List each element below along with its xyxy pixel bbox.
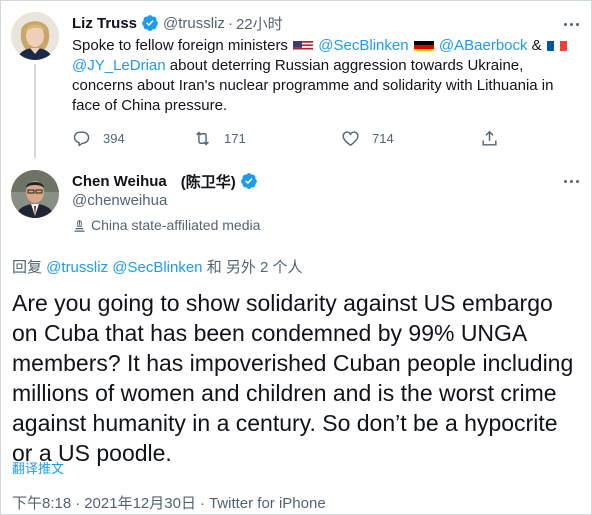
retweet-icon [196,131,209,145]
separator-dot: · [75,495,81,512]
mention-link[interactable]: @JY_LeDrian [72,57,166,74]
tweet-source[interactable]: Twitter for iPhone [209,495,326,512]
tweet-metadata: 下午8:18 · 2021年12月30日 · Twitter for iPhone [12,492,326,513]
parent-tweet[interactable]: Liz Truss @trussliz · 22小时 Spoke to fell… [0,0,592,160]
share-icon [482,130,497,146]
verified-badge-icon [240,172,258,190]
reply-icon [73,130,90,147]
more-icon[interactable] [560,15,582,33]
france-flag-icon [546,39,567,51]
parent-tweet-text: Spoke to fellow foreign ministers @SecBl… [72,36,577,116]
separator-dot: · [199,495,205,512]
display-name[interactable]: Chen Weihua [72,173,167,190]
action-bar: 394 171 714 [72,127,502,149]
affiliation-text: China state-affiliated media [91,217,261,233]
main-tweet-text: Are you going to show solidarity against… [12,290,574,466]
reply-count: 394 [103,130,125,146]
thread-line [34,64,36,158]
more-icon[interactable] [560,172,582,190]
avatar[interactable] [11,170,59,218]
main-tweet-header: Chen Weihua (陈卫华) [72,170,262,192]
state-media-label[interactable]: China state-affiliated media [72,215,260,235]
handle[interactable]: @chenweihua [72,192,167,209]
text-segment: Spoke to fellow foreign ministers [72,37,293,54]
retweet-button[interactable]: 171 [193,127,246,149]
reply-suffix[interactable]: 和 另外 2 个人 [203,259,303,276]
mention-link[interactable]: @SecBlinken [112,259,202,276]
like-count: 714 [372,130,394,146]
state-media-icon [74,219,85,232]
reply-button[interactable]: 394 [72,127,125,149]
like-button[interactable]: 714 [341,127,394,149]
avatar[interactable] [11,12,59,60]
timestamp[interactable]: 22小时 [236,13,283,34]
separator-dot: · [227,14,233,32]
mention-link[interactable]: @ABaerbock [439,37,528,54]
translate-tweet-link[interactable]: 翻译推文 [12,458,64,477]
retweet-count: 171 [224,130,246,146]
mention-link[interactable]: @SecBlinken [318,37,408,54]
handle[interactable]: @trussliz [163,15,225,32]
display-name[interactable]: Liz Truss [72,15,137,32]
like-icon [342,130,359,146]
mention-link[interactable]: @trussliz [46,259,108,276]
replying-to: 回复 @trussliz @SecBlinken 和 另外 2 个人 [12,256,303,277]
parent-tweet-header: Liz Truss @trussliz · 22小时 [72,13,283,33]
reply-prefix: 回复 [12,259,47,276]
share-button[interactable] [480,127,511,149]
tweet-date[interactable]: 2021年12月30日 [84,495,196,512]
us-flag-icon [293,39,314,51]
display-name-chinese[interactable]: (陈卫华) [181,171,236,192]
verified-badge-icon [141,14,159,32]
text-segment: & [527,37,546,54]
tweet-time[interactable]: 下午8:18 [12,495,71,512]
germany-flag-icon [413,39,434,51]
